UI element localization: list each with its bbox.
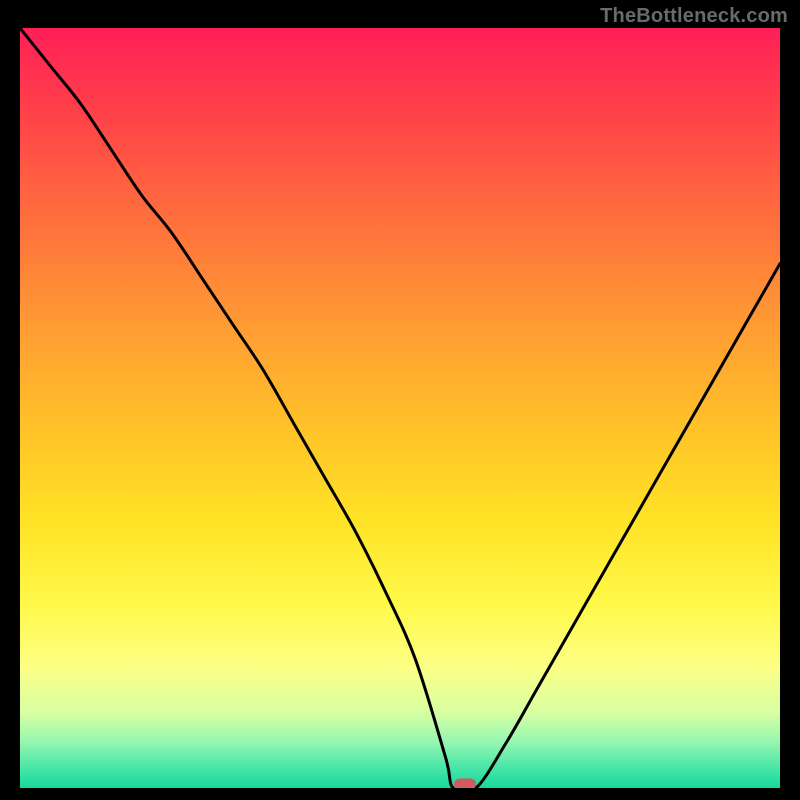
watermark-text: TheBottleneck.com	[600, 5, 788, 28]
curve-path	[20, 28, 780, 788]
plot-area	[20, 28, 780, 788]
minimum-marker	[454, 779, 476, 788]
chart-frame: TheBottleneck.com	[0, 0, 800, 800]
bottleneck-curve	[20, 28, 780, 788]
